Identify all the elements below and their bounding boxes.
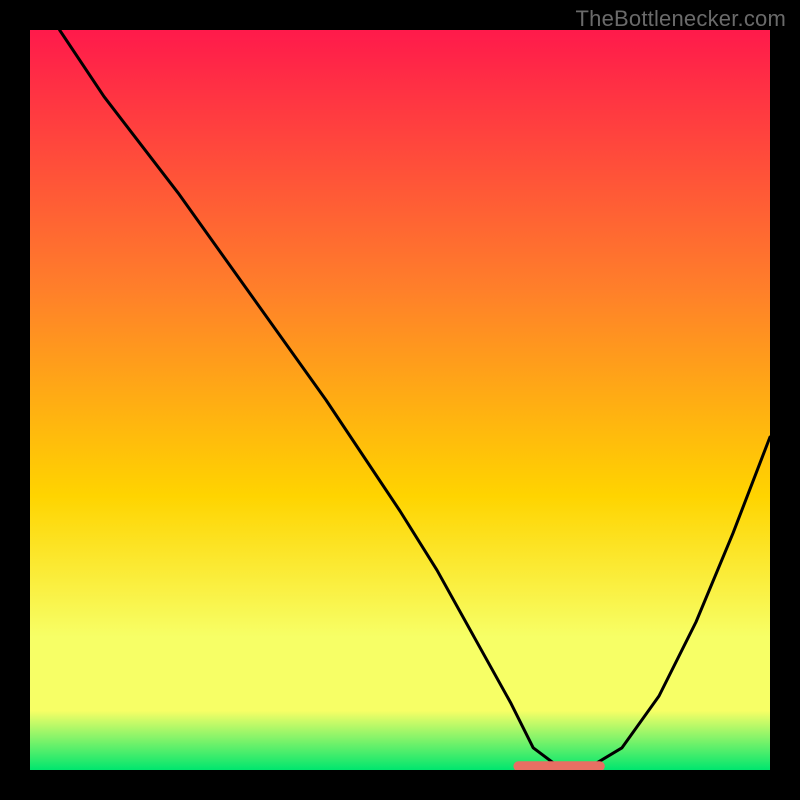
watermark-text: TheBottlenecker.com — [576, 6, 786, 32]
bottleneck-chart — [30, 30, 770, 770]
chart-frame — [30, 30, 770, 770]
gradient-background — [30, 30, 770, 770]
